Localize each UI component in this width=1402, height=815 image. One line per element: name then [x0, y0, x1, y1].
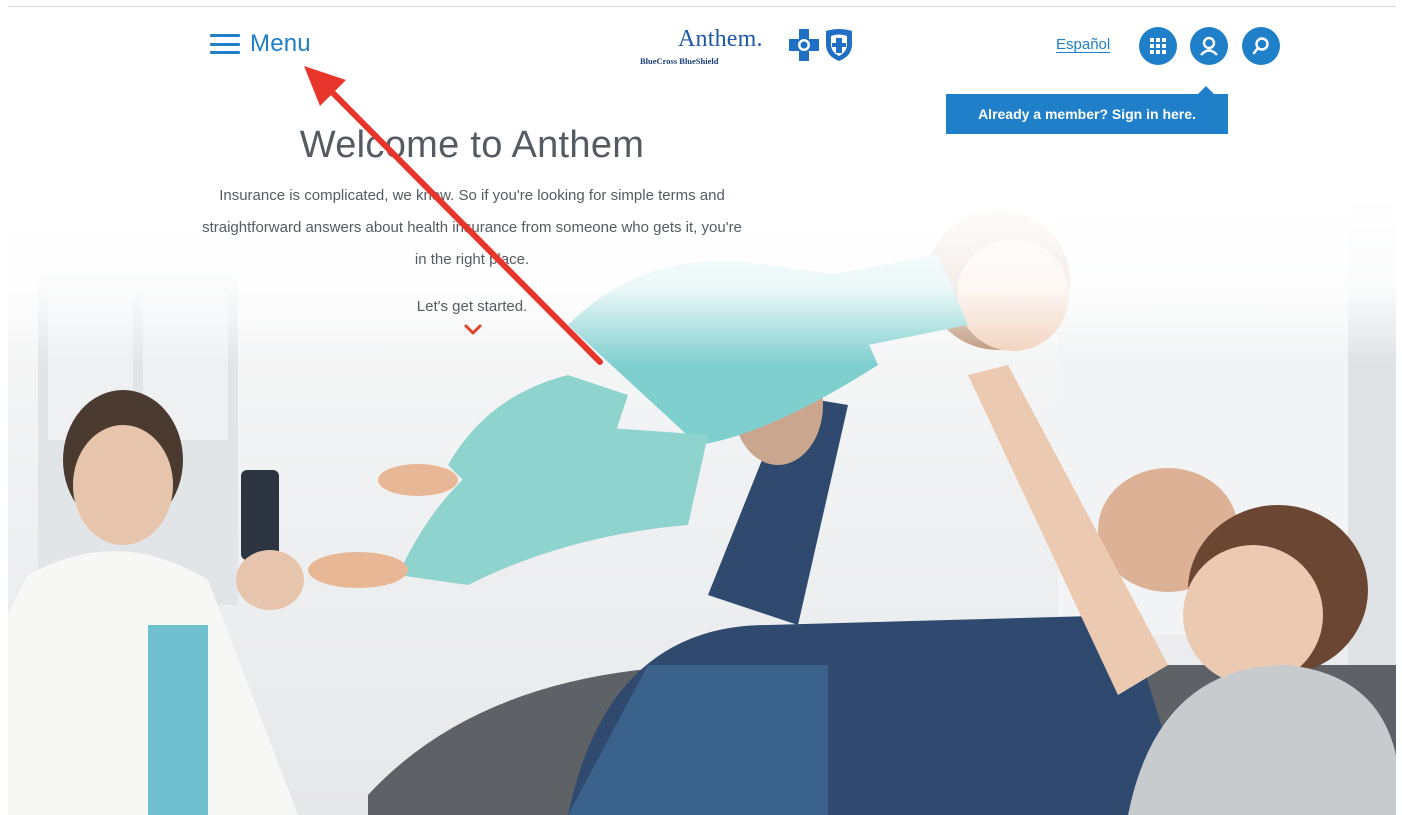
- anthem-home-page: Menu Anthem. BlueCross BlueShield Españo…: [0, 0, 1402, 815]
- apps-button[interactable]: [1139, 27, 1177, 65]
- intro-paragraph: Insurance is complicated, we know. So if…: [202, 187, 742, 268]
- menu-button[interactable]: Menu: [210, 30, 311, 58]
- blue-shield-icon: [826, 29, 852, 61]
- account-button[interactable]: [1190, 27, 1228, 65]
- logo-wordmark: Anthem.: [678, 26, 763, 52]
- anthem-logo[interactable]: Anthem. BlueCross BlueShield: [640, 26, 860, 72]
- search-icon: [1252, 37, 1269, 55]
- espanol-link[interactable]: Español: [1056, 36, 1110, 53]
- search-button[interactable]: [1242, 27, 1280, 65]
- get-started-link[interactable]: Let's get started.: [0, 298, 944, 315]
- chevron-down-icon[interactable]: [464, 324, 482, 336]
- menu-label: Menu: [250, 30, 311, 57]
- apps-grid-icon: [1150, 38, 1166, 54]
- user-account-icon: [1200, 36, 1218, 56]
- hero-photo: [8, 195, 1396, 815]
- hamburger-icon: [210, 34, 240, 54]
- signin-tooltip[interactable]: Already a member? Sign in here.: [946, 86, 1228, 134]
- blue-cross-icon: [789, 29, 819, 61]
- top-divider: [8, 6, 1396, 7]
- page-title: Welcome to Anthem: [299, 124, 645, 166]
- logo-subline: BlueCross BlueShield: [640, 56, 719, 66]
